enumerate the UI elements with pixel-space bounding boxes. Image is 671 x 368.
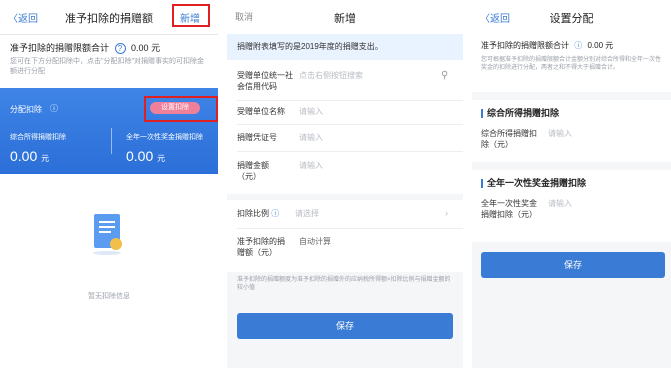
comprehensive-input[interactable]: 请输入 <box>548 128 572 139</box>
help-icon[interactable]: ? <box>114 43 126 54</box>
comprehensive-section: 综合所得捐赠扣除 综合所得捐赠扣除（元） 请输入 <box>472 100 671 162</box>
page-title: 新增 <box>334 13 356 25</box>
donation-form: 受赠单位统一社会信用代码 点击右侧按钮搜索 ⚲ 受赠单位名称 请输入 捐赠凭证号… <box>227 60 463 194</box>
section-title: 综合所得捐赠扣除 <box>481 106 559 119</box>
limit-total-label: 准予扣除的捐赠限额合计 <box>10 43 110 53</box>
ratio-select[interactable]: 请选择 <box>295 208 319 219</box>
header: 〈返回 准予扣除的捐赠额 新增 <box>0 0 218 34</box>
limit-total-label: 准予扣除的捐赠限额合计 <box>481 41 569 50</box>
page-title: 设置分配 <box>549 13 594 25</box>
limit-total-value: 0.00 元 <box>587 41 614 50</box>
divider <box>0 34 218 35</box>
allocation-settings-panel: 〈返回 设置分配 准予扣除的捐赠限额合计 ⓘ 0.00 元 您可根据准予扣除的捐… <box>472 0 671 368</box>
field-label: 受赠单位统一社会信用代码 <box>237 71 293 91</box>
header: 取消 新增 <box>227 0 463 34</box>
voucher-no-input[interactable]: 请输入 <box>299 132 323 143</box>
limit-total: 准予扣除的捐赠限额合计 ⓘ 0.00 元 <box>481 40 613 51</box>
allocation-card: 分配扣除 ⓘ 设置扣除 综合所得捐赠扣除 0.00 元 全年一次性奖金捐赠扣除 … <box>0 88 218 174</box>
highlight-box <box>172 4 210 27</box>
bonus-amount: 0.00 元 <box>126 148 166 164</box>
bonus-section: 全年一次性奖金捐赠扣除 全年一次性奖金捐赠扣除（元） 请输入 <box>472 170 671 242</box>
deductible-label: 准予扣除的捐赠额（元） <box>237 237 285 257</box>
limit-total-value: 0.00 元 <box>131 43 161 53</box>
donation-overview-panel: 〈返回 准予扣除的捐赠额 新增 准予扣除的捐赠限额合计 ? 0.00 元 您可在… <box>0 0 218 368</box>
comprehensive-amount: 0.00 元 <box>10 148 50 164</box>
recipient-name-input[interactable]: 请输入 <box>299 106 323 117</box>
empty-state-text: 暂无扣除信息 <box>88 293 130 300</box>
empty-document-icon <box>93 214 122 255</box>
deduction-form: 扣除比例 ⓘ 请选择 › 准予扣除的捐赠额（元） 自动计算 <box>227 200 463 272</box>
help-icon[interactable]: ⓘ <box>271 209 279 218</box>
credit-code-input[interactable]: 点击右侧按钮搜索 <box>299 70 363 81</box>
field-label: 全年一次性奖金捐赠扣除（元） <box>481 199 537 219</box>
save-button[interactable]: 保存 <box>481 252 665 278</box>
comprehensive-label: 综合所得捐赠扣除 <box>10 134 66 141</box>
new-donation-panel: 取消 新增 捐赠附表填写的是2019年度的捐赠支出。 受赠单位统一社会信用代码 … <box>227 0 463 368</box>
field-label: 受赠单位名称 <box>237 107 285 116</box>
field-label: 捐赠凭证号 <box>237 133 277 142</box>
card-title: 分配扣除 <box>10 105 42 114</box>
limit-total: 准予扣除的捐赠限额合计 ? 0.00 元 <box>10 41 160 54</box>
help-icon[interactable]: ⓘ <box>574 41 582 50</box>
search-icon[interactable]: ⚲ <box>441 70 448 81</box>
deductible-value: 自动计算 <box>299 237 331 246</box>
highlight-box <box>144 96 218 122</box>
amount-input[interactable]: 请输入 <box>299 160 323 171</box>
field-label: 综合所得捐赠扣除（元） <box>481 129 537 149</box>
field-label: 捐赠金额（元） <box>237 161 269 181</box>
divider <box>111 128 112 154</box>
section-title: 全年一次性奖金捐赠扣除 <box>481 176 586 189</box>
bonus-label: 全年一次性奖金捐赠扣除 <box>126 134 203 141</box>
description: 您可在下方分配扣除中，点击"分配扣除"对捐赠事实的可扣除金额进行分配 <box>10 58 204 75</box>
header: 〈返回 设置分配 <box>472 0 671 34</box>
credit-code-row[interactable]: 受赠单位统一社会信用代码 点击右侧按钮搜索 ⚲ <box>227 70 463 96</box>
footnote: 准予扣除的捐赠额度为准予扣除的捐赠外的应纳税所得额×扣除比例与捐赠金额的较小值 <box>237 277 451 291</box>
bonus-input[interactable]: 请输入 <box>548 198 572 209</box>
notice-bar: 捐赠附表填写的是2019年度的捐赠支出。 <box>227 34 463 60</box>
ratio-label: 扣除比例 ⓘ <box>237 209 280 218</box>
limit-summary: 准予扣除的捐赠限额合计 ⓘ 0.00 元 您可根据准予扣除的捐赠限额合计金额分别… <box>472 34 671 92</box>
info-icon[interactable]: ⓘ <box>50 103 58 114</box>
chevron-right-icon: › <box>445 208 448 218</box>
description: 您可根据准予扣除的捐赠限额合计金额分别对综合所得和全年一次性奖金的扣除进行分配，… <box>481 57 662 71</box>
save-button[interactable]: 保存 <box>237 313 453 339</box>
